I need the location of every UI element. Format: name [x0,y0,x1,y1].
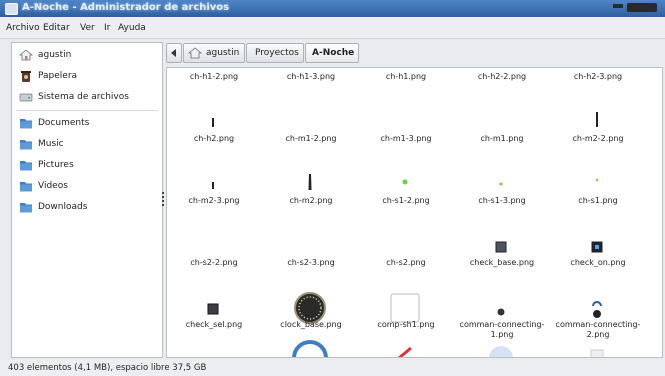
file-thumbnail [595,178,599,182]
file-thumbnail-partial [590,349,604,357]
path-segment-home[interactable]: agustin [183,43,245,63]
file-thumbnail [167,67,261,68]
file-thumbnail [308,174,312,190]
app-icon [5,3,18,15]
path-back-button[interactable] [166,43,182,63]
sidebar-item-label: Music [38,139,64,149]
menu-ver[interactable]: Ver [80,23,95,33]
sidebar-item-downloads[interactable]: Downloads [16,199,156,217]
window-title: A-Noche - Administrador de archivos [22,2,230,13]
sidebar-item-home[interactable]: agustin [16,47,156,65]
path-segment-proyectos[interactable]: Proyectos [246,43,304,63]
sidebar-item-music[interactable]: Music [16,136,156,154]
file-manager-window: A-Noche - Administrador de archivos Arch… [0,0,665,376]
home-icon [188,47,202,59]
file-name-label: ch-s2.png [386,258,426,267]
sidebar-item-label: Downloads [38,202,88,212]
menu-editar[interactable]: Editar [43,23,70,33]
file-icon-view: ch-h1-2.png ch-h1-3.png ch-h1.png ch-h2-2.p… [166,67,663,358]
file-name-label: ch-m1-3.png [380,134,432,143]
menu-ayuda[interactable]: Ayuda [118,23,146,33]
status-bar: 403 elementos (4,1 MB), espacio libre 37… [0,360,665,376]
menu-bar: Archivo Editar Ver Ir Ayuda [0,17,665,39]
path-segment-label: Proyectos [255,48,299,58]
file-thumbnail [167,222,261,262]
pane-splitter-handle[interactable] [162,190,165,210]
file-name-label: ch-h2-3.png [573,72,623,81]
menu-archivo[interactable]: Archivo [6,23,40,33]
file-name-label: ch-s1.png [578,196,618,205]
sidebar-item-label: Videos [38,181,68,191]
trash-icon [21,71,31,82]
title-bar[interactable]: A-Noche - Administrador de archivos [0,0,665,17]
home-icon [19,49,33,61]
places-sidebar: agustin Papelera Sistema de archivos Doc… [11,42,163,358]
file-name-label: ch-h2-2.png [477,72,527,81]
file-thumbnail [264,222,358,262]
path-segment-label: A-Noche [312,48,355,58]
close-button[interactable] [627,3,657,12]
folder-icon [20,140,32,150]
file-thumbnail [264,67,358,68]
file-thumbnail [402,179,408,185]
file-thumbnail [596,112,598,127]
file-thumbnail [499,182,503,186]
status-text: 403 elementos (4,1 MB), espacio libre 37… [8,363,207,373]
folder-icon [20,203,32,213]
file-thumbnail [359,98,453,138]
file-thumbnail [455,98,549,138]
path-segment-label: agustin [206,48,240,58]
file-thumbnail [495,241,507,253]
folder-icon [20,182,32,192]
file-thumbnail [359,67,453,68]
minimize-button[interactable] [613,4,623,8]
folder-icon [20,161,32,171]
file-name-label: ch-h1-3.png [286,72,336,81]
file-name-label: check_on.png [570,258,626,267]
file-thumbnail-partial [292,340,328,357]
sidebar-item-label: Documents [38,118,90,128]
sidebar-item-label: Sistema de archivos [38,92,129,102]
file-name-label: ch-h1.png [385,72,427,81]
file-thumbnail [212,182,214,189]
file-name-label: ch-m2.png [289,196,333,205]
file-thumbnail [264,98,358,138]
file-thumbnail [359,222,453,262]
sidebar-item-videos[interactable]: Videos [16,178,156,196]
sidebar-divider [16,110,158,111]
file-name-label: ch-s2-2.png [190,258,238,267]
menu-ir[interactable]: Ir [104,23,110,33]
sidebar-item-label: Pictures [38,160,74,170]
file-thumbnail-partial [398,346,412,357]
file-thumbnail [591,241,603,253]
folder-icon [20,119,32,129]
file-name-label: check_base.png [469,258,535,267]
file-name-label: ch-m2-3.png [188,196,240,205]
left-arrow-icon [171,49,176,57]
path-bar: agustin Proyectos A-Noche [166,43,661,63]
sidebar-item-documents[interactable]: Documents [16,115,156,133]
sidebar-item-trash[interactable]: Papelera [16,68,156,86]
file-name-label: ch-s1-2.png [382,196,430,205]
sidebar-item-label: Papelera [38,71,78,81]
sidebar-item-label: agustin [38,50,72,60]
file-name-label: ch-s2-3.png [287,258,335,267]
file-thumbnail [207,303,219,315]
file-thumbnail [551,67,645,68]
sidebar-item-filesystem[interactable]: Sistema de archivos [16,89,156,107]
file-name-label: ch-s1-3.png [478,196,526,205]
file-name-label: ch-h1-2.png [189,72,239,81]
file-name-label: ch-m1-2.png [285,134,337,143]
file-name-label: ch-m1.png [480,134,524,143]
file-thumbnail [212,118,214,127]
file-name-label: ch-h2.png [193,134,235,143]
file-thumbnail-partial [489,346,513,357]
file-name-label: ch-m2-2.png [572,134,624,143]
sidebar-item-pictures[interactable]: Pictures [16,157,156,175]
file-name-label: check_sel.png [185,320,243,329]
drive-icon [19,93,33,102]
path-segment-a-noche[interactable]: A-Noche [305,43,359,63]
file-thumbnail [455,67,549,68]
